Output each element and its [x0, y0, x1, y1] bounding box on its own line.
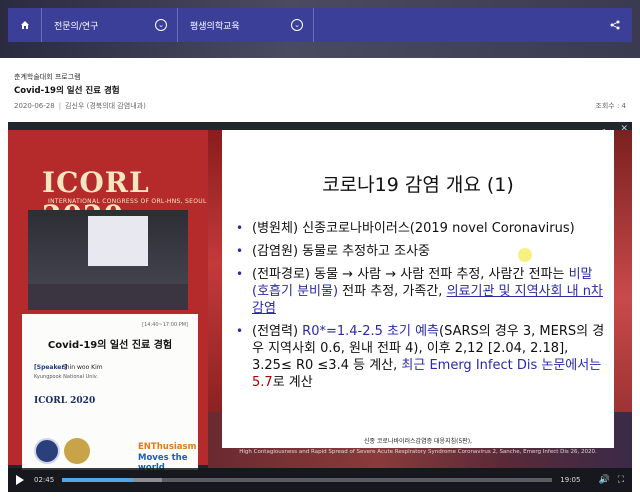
page-title: Covid-19의 일선 진료 경험: [14, 86, 120, 96]
progress-bar[interactable]: [62, 478, 553, 482]
buffered-bar: [132, 478, 163, 482]
post-author: 김신우 (경북의대 감염내과): [65, 102, 146, 110]
list-item: • (감염원) 동물로 추정하고 조사중: [236, 243, 606, 260]
bullet-text: 로 계산: [272, 375, 313, 390]
bullet-text: (전염력): [252, 324, 303, 339]
chevron-down-icon: ⌄: [291, 19, 303, 31]
top-navbar: 전문의/연구 ⌄ 평생의학교육 ⌄: [8, 8, 632, 42]
list-item: • (전염력) R0*=1.4-2.5 초기 예측(SARS의 경우 3, MER…: [236, 323, 606, 391]
nav-dropdown-label: 평생의학교육: [190, 21, 240, 32]
speaker-name: Shin woo Kim: [62, 364, 103, 371]
nav-dropdown-specialist[interactable]: 전문의/연구 ⌄: [42, 8, 178, 42]
pointer-highlight: [518, 248, 532, 262]
volume-icon[interactable]: 🔊: [598, 475, 609, 485]
slide-content: 코로나19 감염 개요 (1) • (병원체) 신종코로나바이러스(2019 no…: [222, 130, 614, 448]
projector-screen: [88, 216, 148, 266]
video-controls: 02:45 19:05 🔊 ⛶: [8, 468, 632, 492]
bullet-icon: •: [236, 221, 244, 235]
post-meta: 2020-06-28 | 김신우 (경북의대 감염내과): [14, 102, 146, 110]
nav-dropdown-cme[interactable]: 평생의학교육 ⌄: [178, 8, 314, 42]
speaker-org: Kyungpook National Univ.: [34, 374, 98, 380]
bullet-highlight: R0*=1.4-2.5 초기 예측: [302, 324, 439, 339]
session-time: [14:40~17:00 PM]: [142, 322, 188, 328]
post-date: 2020-06-28: [14, 102, 55, 110]
tagline-1: ENThusiasm: [138, 442, 197, 452]
slide-citation-2: High Contagiousness and Rapid Spread of …: [239, 449, 597, 455]
bullet-text: 전파 추정, 가족간,: [338, 284, 447, 299]
duration: 19:05: [560, 476, 581, 484]
university-seal-icon: [34, 438, 60, 464]
home-icon: [20, 21, 29, 29]
post-category: 춘계학술대회 프로그램: [14, 73, 81, 81]
society-seal-icon: [64, 438, 90, 464]
stage-floor: [28, 284, 188, 310]
bullet-text: (감염원) 동물로 추정하고 조사중: [252, 244, 431, 259]
bullet-icon: •: [236, 267, 244, 281]
view-count: 조회수 : 4: [595, 102, 626, 110]
share-button[interactable]: [598, 8, 632, 42]
talk-title: Covid-19의 일선 진료 경험: [47, 340, 173, 351]
nav-dropdown-label: 전문의/연구: [54, 21, 99, 32]
progress-fill: [62, 478, 133, 482]
bullet-highlight: 최근 Emerg Infect Dis 논문에서는: [401, 358, 602, 373]
lecture-hall-image: [28, 210, 188, 310]
bullet-text: (전파경로) 동물 → 사람 → 사람 전파 추정, 사람간 전파는: [252, 267, 569, 282]
brand-subtitle: INTERNATIONAL CONGRESS OF ORL-HNS, SEOUL: [48, 198, 207, 205]
speaker-card: [14:40~17:00 PM] Covid-19의 일선 진료 경험 [Spe…: [22, 314, 198, 473]
slide-left-panel: ICORL 2020 INTERNATIONAL CONGRESS OF ORL…: [8, 130, 208, 473]
bullet-emphasis: 5.7: [252, 375, 273, 390]
list-item: • (전파경로) 동물 → 사람 → 사람 전파 추정, 사람간 전파는 비말(호…: [236, 266, 606, 317]
video-player[interactable]: ⤢ ✕ ICORL 2020 INTERNATIONAL CONGRESS OF…: [8, 122, 632, 492]
bullet-text: (병원체) 신종코로나바이러스(2019 novel Coronavirus): [252, 221, 575, 236]
chevron-down-icon: ⌄: [155, 19, 167, 31]
home-button[interactable]: [8, 8, 42, 42]
slide-heading: 코로나19 감염 개요 (1): [322, 174, 514, 196]
fullscreen-icon[interactable]: ⛶: [618, 475, 624, 485]
current-time: 02:45: [34, 476, 55, 484]
play-icon[interactable]: [16, 475, 24, 485]
list-item: • (병원체) 신종코로나바이러스(2019 novel Coronavirus): [236, 220, 606, 237]
bullet-icon: •: [236, 324, 244, 338]
icorl-logo: ICORL 2020: [34, 396, 96, 406]
bullet-icon: •: [236, 244, 244, 258]
slide-bullet-list: • (병원체) 신종코로나바이러스(2019 novel Coronavirus)…: [236, 220, 606, 397]
share-icon: [610, 20, 620, 30]
slide-citation-1: 신종 코로나바이러스감염증 대응지침(5판),: [363, 438, 473, 445]
